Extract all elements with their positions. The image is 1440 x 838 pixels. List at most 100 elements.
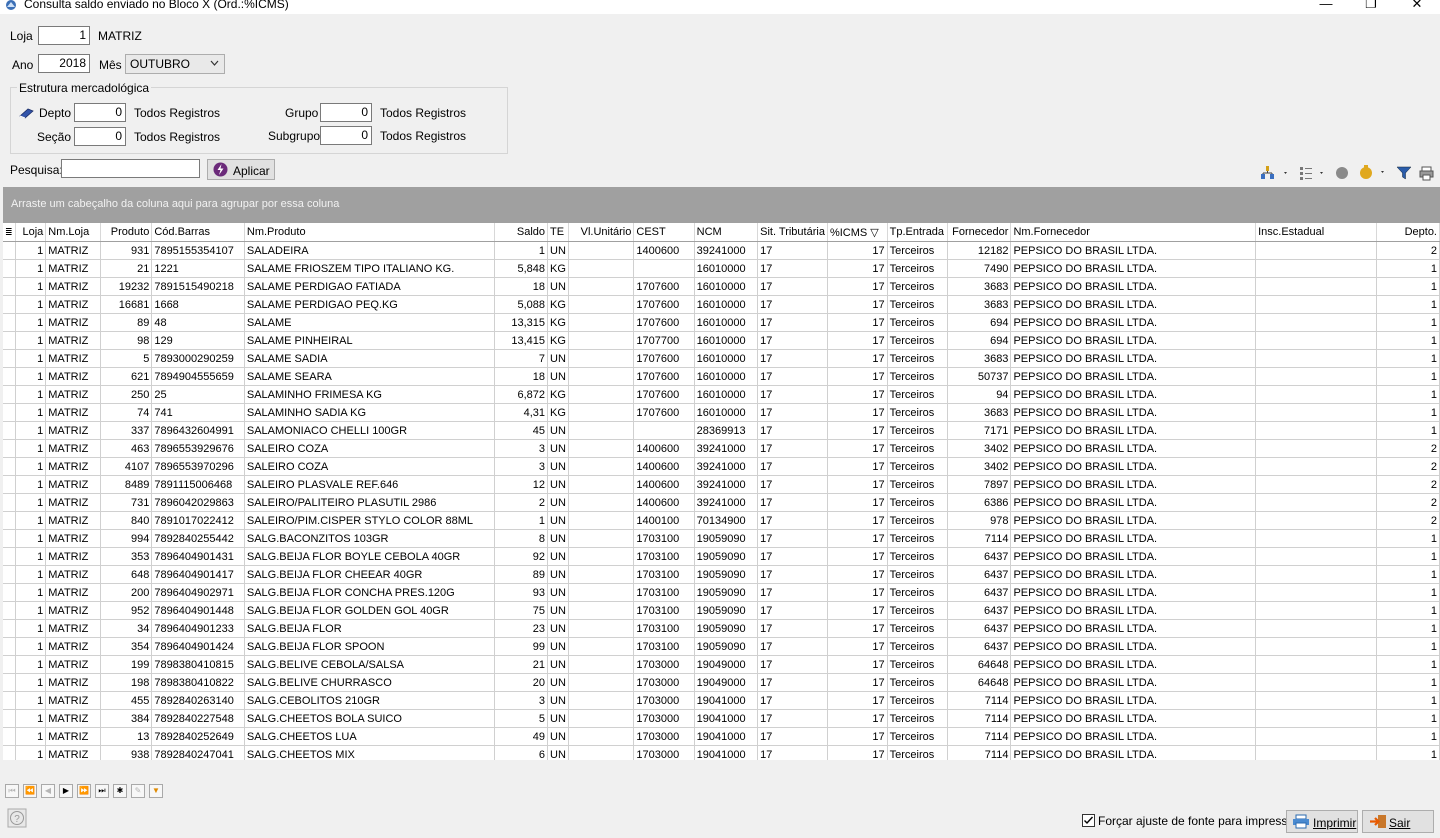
- table-cell[interactable]: UN: [547, 493, 569, 512]
- table-cell[interactable]: 39241000: [694, 241, 759, 260]
- table-cell[interactable]: 7896432604991: [151, 421, 245, 440]
- table-cell[interactable]: UN: [547, 583, 569, 602]
- table-cell[interactable]: PEPSICO DO BRASIL LTDA.: [1010, 439, 1257, 458]
- table-cell[interactable]: 6,872: [494, 385, 549, 404]
- table-row[interactable]: 1 MATRIZ 840 7891017022412 SALEIRO/PIM.CISPE…: [3, 511, 1440, 530]
- table-cell[interactable]: MATRIZ: [45, 673, 101, 692]
- table-row[interactable]: 1 MATRIZ 89 48 SALAME 13,315 KG 1707600 16010000…: [3, 313, 1440, 332]
- table-cell[interactable]: MATRIZ: [45, 331, 101, 350]
- table-cell[interactable]: 19059090: [694, 601, 759, 620]
- table-cell[interactable]: 89: [494, 565, 549, 584]
- table-cell[interactable]: 19041000: [694, 745, 759, 760]
- table-cell[interactable]: 1: [15, 637, 47, 656]
- table-cell[interactable]: 741: [151, 403, 245, 422]
- table-cell[interactable]: 1: [15, 421, 47, 440]
- table-cell[interactable]: 3402: [947, 439, 1012, 458]
- table-cell[interactable]: 23: [494, 619, 549, 638]
- maximize-button[interactable]: ❐: [1348, 0, 1394, 14]
- table-row[interactable]: 1 MATRIZ 337 7896432604991 SALAMONIACO CHELL…: [3, 421, 1440, 440]
- table-cell[interactable]: 7891017022412: [151, 511, 245, 530]
- table-cell[interactable]: PEPSICO DO BRASIL LTDA.: [1010, 493, 1257, 512]
- table-cell[interactable]: [1255, 619, 1378, 638]
- table-cell[interactable]: UN: [547, 637, 569, 656]
- table-cell[interactable]: PEPSICO DO BRASIL LTDA.: [1010, 403, 1257, 422]
- table-cell[interactable]: 7891515490218: [151, 277, 245, 296]
- edit-record-button[interactable]: ✎: [131, 784, 145, 798]
- table-cell[interactable]: MATRIZ: [45, 403, 101, 422]
- table-cell[interactable]: 7896404902971: [151, 583, 245, 602]
- table-cell[interactable]: [1255, 457, 1378, 476]
- table-cell[interactable]: 1703000: [633, 745, 695, 760]
- table-cell[interactable]: 2: [1376, 457, 1440, 476]
- table-cell[interactable]: 1707700: [633, 331, 695, 350]
- table-cell[interactable]: 17: [757, 511, 828, 530]
- table-cell[interactable]: 6437: [947, 583, 1012, 602]
- table-cell[interactable]: 1: [15, 331, 47, 350]
- table-cell[interactable]: 1400100: [633, 511, 695, 530]
- table-cell[interactable]: [568, 313, 635, 332]
- table-row[interactable]: 1 MATRIZ 5 7893000290259 SALAME SADIA 7 UN 1707…: [3, 349, 1440, 368]
- table-cell[interactable]: KG: [547, 331, 569, 350]
- table-cell[interactable]: 1: [1376, 277, 1440, 296]
- table-cell[interactable]: 694: [947, 313, 1012, 332]
- table-cell[interactable]: 4107: [100, 457, 153, 476]
- table-cell[interactable]: 1707600: [633, 313, 695, 332]
- table-cell[interactable]: 17: [757, 565, 828, 584]
- column-header[interactable]: Produto: [100, 223, 153, 242]
- table-cell[interactable]: MATRIZ: [45, 745, 101, 760]
- table-cell[interactable]: 17: [827, 385, 888, 404]
- hierarchy-icon[interactable]: [1260, 165, 1290, 181]
- table-cell[interactable]: 2: [1376, 241, 1440, 260]
- table-cell[interactable]: [568, 673, 635, 692]
- table-cell[interactable]: MATRIZ: [45, 493, 101, 512]
- table-cell[interactable]: 199: [100, 655, 153, 674]
- table-cell[interactable]: UN: [547, 745, 569, 760]
- table-cell[interactable]: 13: [100, 727, 153, 746]
- table-cell[interactable]: SALG.BEIJA FLOR GOLDEN GOL 40GR: [244, 601, 495, 620]
- table-cell[interactable]: 337: [100, 421, 153, 440]
- table-cell[interactable]: 8489: [100, 475, 153, 494]
- table-cell[interactable]: 1: [1376, 421, 1440, 440]
- table-cell[interactable]: 75: [494, 601, 549, 620]
- table-cell[interactable]: 17: [757, 385, 828, 404]
- table-cell[interactable]: Terceiros: [887, 277, 948, 296]
- row-indicator[interactable]: [3, 457, 16, 476]
- table-cell[interactable]: [1255, 565, 1378, 584]
- next-record-button[interactable]: ▶: [59, 784, 73, 798]
- table-cell[interactable]: [1255, 493, 1378, 512]
- table-cell[interactable]: UN: [547, 457, 569, 476]
- table-cell[interactable]: 16010000: [694, 313, 759, 332]
- table-cell[interactable]: 17: [827, 727, 888, 746]
- table-cell[interactable]: 7892840227548: [151, 709, 245, 728]
- table-cell[interactable]: PEPSICO DO BRASIL LTDA.: [1010, 637, 1257, 656]
- table-cell[interactable]: 1: [15, 295, 47, 314]
- table-cell[interactable]: Terceiros: [887, 565, 948, 584]
- table-cell[interactable]: 17: [827, 745, 888, 760]
- table-cell[interactable]: 2: [1376, 475, 1440, 494]
- table-cell[interactable]: 93: [494, 583, 549, 602]
- column-header[interactable]: CEST: [633, 223, 695, 242]
- table-row[interactable]: 1 MATRIZ 621 7894904555659 SALAME SEARA 18 UN 1…: [3, 367, 1440, 386]
- row-indicator[interactable]: [3, 385, 16, 404]
- table-cell[interactable]: 17: [827, 457, 888, 476]
- table-cell[interactable]: 1703000: [633, 727, 695, 746]
- table-cell[interactable]: 12: [494, 475, 549, 494]
- table-cell[interactable]: PEPSICO DO BRASIL LTDA.: [1010, 277, 1257, 296]
- print-preview-icon[interactable]: [1419, 165, 1435, 181]
- table-cell[interactable]: 20: [494, 673, 549, 692]
- table-cell[interactable]: 5: [100, 349, 153, 368]
- table-cell[interactable]: MATRIZ: [45, 277, 101, 296]
- table-cell[interactable]: 17: [827, 673, 888, 692]
- table-cell[interactable]: 648: [100, 565, 153, 584]
- table-cell[interactable]: 17: [827, 637, 888, 656]
- table-cell[interactable]: [1255, 241, 1378, 260]
- table-cell[interactable]: [1255, 601, 1378, 620]
- table-cell[interactable]: 70134900: [694, 511, 759, 530]
- table-cell[interactable]: PEPSICO DO BRASIL LTDA.: [1010, 619, 1257, 638]
- table-cell[interactable]: UN: [547, 547, 569, 566]
- table-cell[interactable]: [1255, 673, 1378, 692]
- table-cell[interactable]: 7898380410815: [151, 655, 245, 674]
- table-cell[interactable]: 17: [827, 439, 888, 458]
- table-cell[interactable]: 17: [757, 367, 828, 386]
- table-cell[interactable]: UN: [547, 619, 569, 638]
